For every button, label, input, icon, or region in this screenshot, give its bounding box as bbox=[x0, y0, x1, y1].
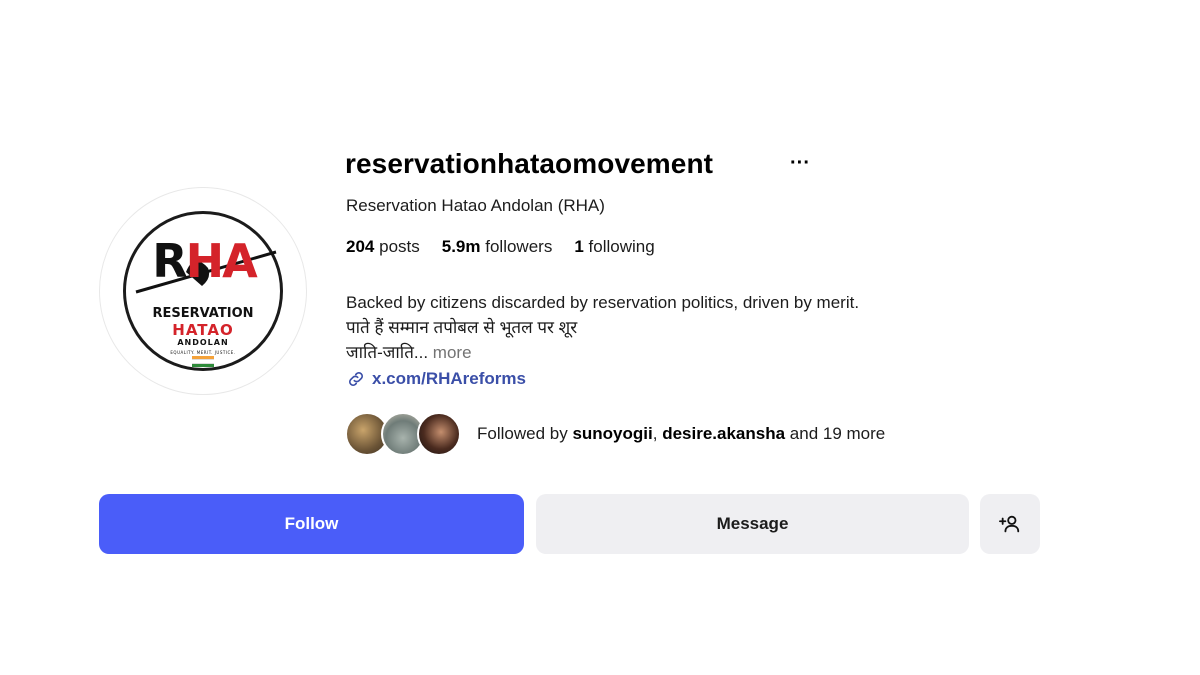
posts-stat: 204 posts bbox=[346, 237, 420, 257]
logo-letters-ha: HA bbox=[185, 234, 258, 288]
following-label: following bbox=[588, 237, 655, 256]
followers-count: 5.9m bbox=[441, 237, 481, 256]
logo-text-hatao: HATAO bbox=[172, 321, 234, 339]
profile-bio: Backed by citizens discarded by reservat… bbox=[346, 290, 986, 365]
logo-letter-r: R bbox=[152, 234, 187, 288]
followed-by-text: Followed by sunoyogii, desire.akansha an… bbox=[477, 424, 885, 444]
follow-button[interactable]: Follow bbox=[99, 494, 524, 554]
profile-avatar[interactable]: RHA RESERVATION HATAO ANDOLAN EQUALITY. … bbox=[99, 187, 307, 395]
link-text: x.com/RHAreforms bbox=[372, 369, 526, 388]
logo-tagline: EQUALITY. MERIT. JUSTICE. bbox=[170, 350, 236, 355]
person-add-icon bbox=[999, 515, 1020, 533]
followed-by-prefix: Followed by bbox=[477, 424, 568, 443]
bio-more-link[interactable]: more bbox=[433, 343, 472, 362]
logo-text-andolan: ANDOLAN bbox=[177, 338, 229, 347]
india-flag-icon bbox=[192, 356, 214, 367]
bio-line-2: पाते हैं सम्मान तपोबल से भूतल पर शूर bbox=[346, 318, 578, 337]
following-count: 1 bbox=[574, 237, 584, 256]
suggested-users-button[interactable] bbox=[980, 494, 1040, 554]
posts-count: 204 bbox=[346, 237, 375, 256]
bio-line-1: Backed by citizens discarded by reservat… bbox=[346, 293, 860, 312]
profile-full-name: Reservation Hatao Andolan (RHA) bbox=[346, 196, 605, 215]
profile-stats: 204 posts 5.9m followers 1 following bbox=[346, 237, 655, 257]
followers-stat[interactable]: 5.9m followers bbox=[442, 237, 553, 257]
mutual-user-1[interactable]: sunoyogii bbox=[572, 424, 652, 443]
link-icon bbox=[349, 372, 363, 386]
followed-by-suffix: and 19 more bbox=[789, 424, 886, 443]
message-button[interactable]: Message bbox=[536, 494, 969, 554]
logo-text-reservation: RESERVATION bbox=[152, 306, 254, 321]
more-options-button[interactable]: ··· bbox=[790, 152, 810, 175]
followed-by-separator: , bbox=[652, 424, 658, 443]
profile-username: reservationhataomovement bbox=[345, 148, 714, 179]
bio-line-3: जाति-जाति... more bbox=[346, 340, 986, 365]
followers-label: followers bbox=[485, 237, 553, 256]
profile-external-link[interactable]: x.com/RHAreforms bbox=[346, 369, 526, 389]
profile-page: RHA RESERVATION HATAO ANDOLAN EQUALITY. … bbox=[0, 0, 1200, 675]
mutual-avatar bbox=[417, 412, 461, 456]
posts-label: posts bbox=[379, 237, 420, 256]
rha-logo: RHA RESERVATION HATAO ANDOLAN EQUALITY. … bbox=[123, 211, 283, 371]
logo-initials: RHA bbox=[134, 238, 274, 284]
mutual-user-2[interactable]: desire.akansha bbox=[662, 424, 785, 443]
followed-by-row[interactable]: Followed by sunoyogii, desire.akansha an… bbox=[345, 411, 885, 457]
mutual-avatars bbox=[345, 412, 461, 456]
bio-line-3-text: जाति-जाति... bbox=[346, 343, 429, 362]
following-stat[interactable]: 1 following bbox=[574, 237, 654, 257]
